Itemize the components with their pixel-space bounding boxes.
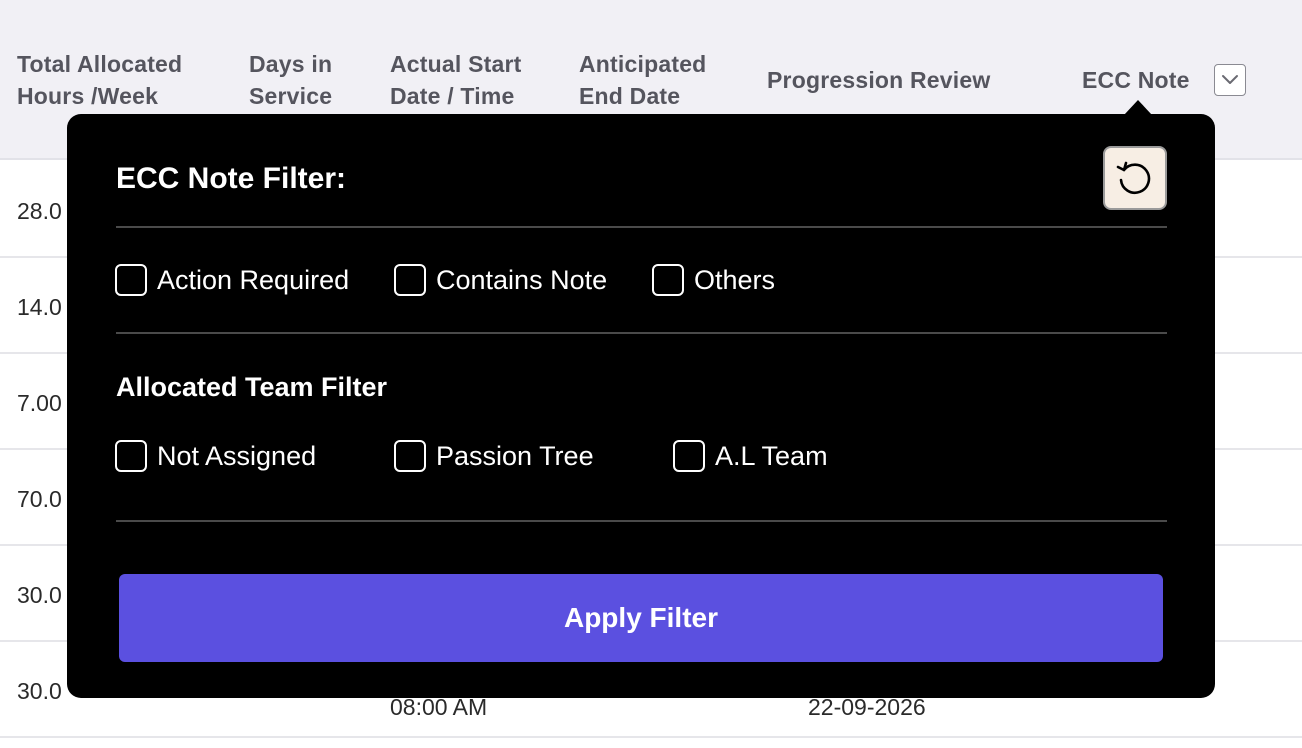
header-ecc-label: ECC Note: [1082, 67, 1190, 93]
header-end-line1: Anticipated: [579, 51, 707, 77]
checkbox-not-assigned[interactable]: Not Assigned: [115, 440, 316, 472]
hours-cell: 7.00: [17, 390, 62, 416]
popover-caret: [1124, 100, 1152, 115]
checkbox-box[interactable]: [652, 264, 684, 296]
checkbox-box[interactable]: [115, 440, 147, 472]
header-total-hours-line2: Hours /Week: [17, 83, 159, 109]
apply-filter-button[interactable]: Apply Filter: [119, 574, 1163, 662]
end-date-cell: 22-09-2026: [808, 694, 926, 720]
header-end-line2: End Date: [579, 83, 681, 109]
checkbox-label: Action Required: [157, 264, 350, 295]
reset-filter-button[interactable]: [1103, 146, 1167, 210]
header-days-line2: Service: [249, 83, 333, 109]
divider: [116, 226, 1167, 228]
checkbox-label: Others: [694, 264, 776, 295]
divider: [116, 520, 1167, 522]
checkbox-box[interactable]: [673, 440, 705, 472]
chevron-down-icon: [1222, 75, 1238, 84]
header-anticipated-end[interactable]: Anticipated End Date: [579, 48, 706, 112]
checkbox-box[interactable]: [394, 264, 426, 296]
header-progression-label: Progression Review: [767, 67, 991, 93]
divider: [116, 332, 1167, 334]
start-time-cell: 08:00 AM: [390, 694, 488, 720]
checkbox-contains-note[interactable]: Contains Note: [394, 264, 607, 296]
header-start-line2: Date / Time: [390, 83, 515, 109]
hours-cell: 28.0: [17, 198, 62, 224]
header-actual-start[interactable]: Actual Start Date / Time: [390, 48, 521, 112]
checkbox-action-required[interactable]: Action Required: [115, 264, 349, 296]
ecc-note-filter-toggle[interactable]: [1214, 64, 1246, 96]
header-days-line1: Days in: [249, 51, 333, 77]
checkbox-passion-tree[interactable]: Passion Tree: [394, 440, 594, 472]
hours-cell: 30.0: [17, 582, 62, 608]
header-total-hours-line1: Total Allocated: [17, 51, 183, 77]
checkbox-others[interactable]: Others: [652, 264, 775, 296]
checkbox-box[interactable]: [115, 264, 147, 296]
hours-cell: 30.0: [17, 678, 62, 704]
header-progression-review[interactable]: Progression Review: [767, 64, 990, 96]
checkbox-label: A.L Team: [715, 440, 828, 471]
checkbox-al-team[interactable]: A.L Team: [673, 440, 828, 472]
reset-icon: [1116, 161, 1151, 195]
ecc-note-filter-popover: ECC Note Filter: Action Required Contain…: [67, 114, 1215, 698]
header-ecc-note[interactable]: ECC Note: [1082, 64, 1190, 96]
header-days-in-service[interactable]: Days in Service: [249, 48, 332, 112]
hours-cell: 14.0: [17, 294, 62, 320]
ecc-filter-title: ECC Note Filter:: [116, 162, 347, 195]
checkbox-label: Not Assigned: [157, 440, 317, 471]
header-start-line1: Actual Start: [390, 51, 522, 77]
allocated-team-filter-title: Allocated Team Filter: [116, 372, 388, 402]
checkbox-box[interactable]: [394, 440, 426, 472]
header-total-hours[interactable]: Total Allocated Hours /Week: [17, 48, 182, 112]
hours-cell: 70.0: [17, 486, 62, 512]
checkbox-label: Contains Note: [436, 264, 608, 295]
checkbox-label: Passion Tree: [436, 440, 594, 471]
